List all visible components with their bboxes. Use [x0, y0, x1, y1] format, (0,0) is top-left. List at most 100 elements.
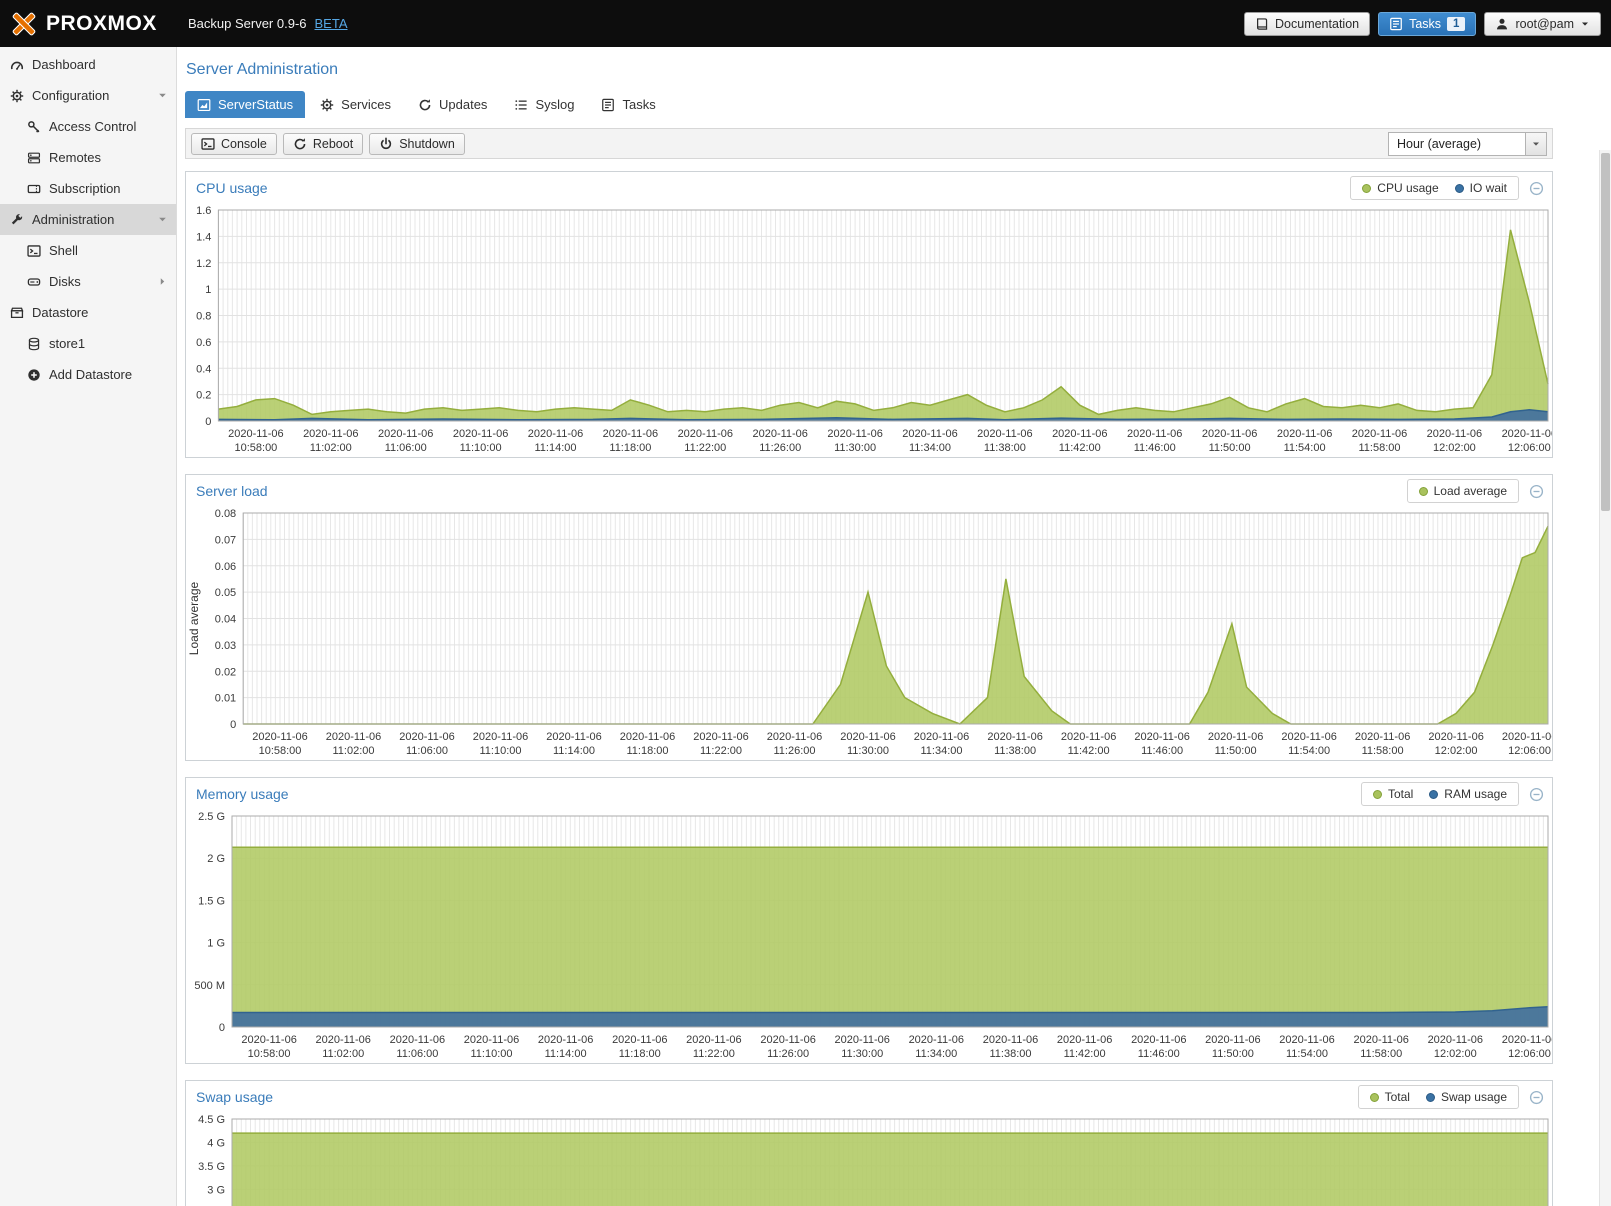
sidebar-item-datastore[interactable]: Datastore [0, 297, 176, 328]
sidebar-item-label: Remotes [49, 150, 101, 165]
collapse-icon[interactable] [1529, 181, 1544, 196]
console-label: Console [221, 137, 267, 151]
svg-text:2020-11-06: 2020-11-06 [1428, 1034, 1483, 1046]
legend-dot [1362, 184, 1371, 193]
tab-services[interactable]: Services [308, 91, 403, 118]
collapse-icon[interactable] [1529, 787, 1544, 802]
sidebar-item-access-control[interactable]: Access Control [0, 111, 176, 142]
chevron-down-icon [1580, 19, 1590, 29]
svg-text:11:42:00: 11:42:00 [1068, 745, 1110, 757]
svg-text:11:54:00: 11:54:00 [1284, 442, 1326, 454]
memory-usage-panel: Memory usage TotalRAM usage 0500 M1 G1.5… [185, 777, 1553, 1064]
svg-text:2020-11-06: 2020-11-06 [914, 731, 969, 743]
user-icon [1495, 17, 1509, 31]
sidebar-item-store1[interactable]: store1 [0, 328, 176, 359]
svg-text:11:30:00: 11:30:00 [834, 442, 876, 454]
svg-text:2020-11-06: 2020-11-06 [1352, 428, 1407, 440]
svg-text:1 G: 1 G [207, 938, 225, 950]
svg-text:2020-11-06: 2020-11-06 [453, 428, 508, 440]
tab-label: ServerStatus [218, 97, 293, 112]
user-menu-button[interactable]: root@pam [1484, 12, 1601, 36]
server-load-chart: 00.010.020.030.040.050.060.070.082020-11… [186, 507, 1552, 760]
tab-serverstatus[interactable]: ServerStatus [185, 91, 305, 118]
sidebar-item-administration[interactable]: Administration [0, 204, 176, 235]
svg-text:11:18:00: 11:18:00 [609, 442, 651, 454]
svg-text:2020-11-06: 2020-11-06 [620, 731, 675, 743]
svg-text:11:42:00: 11:42:00 [1064, 1048, 1106, 1060]
legend-dot [1373, 790, 1382, 799]
svg-text:10:58:00: 10:58:00 [234, 442, 277, 454]
shutdown-button[interactable]: Shutdown [369, 133, 465, 155]
svg-text:2020-11-06: 2020-11-06 [1279, 1034, 1334, 1046]
beta-link[interactable]: BETA [315, 16, 348, 31]
box-icon [10, 306, 24, 320]
scrollbar-thumb[interactable] [1601, 153, 1610, 511]
svg-text:12:06:00: 12:06:00 [1508, 442, 1551, 454]
timeframe-value: Hour (average) [1388, 132, 1526, 156]
svg-text:2020-11-06: 2020-11-06 [827, 428, 882, 440]
legend-item: Swap usage [1426, 1090, 1507, 1104]
proxmox-x-icon [10, 10, 38, 38]
tasks-badge: 1 [1447, 17, 1465, 31]
svg-text:1.2: 1.2 [196, 258, 211, 270]
sidebar-item-shell[interactable]: Shell [0, 235, 176, 266]
svg-text:2020-11-06: 2020-11-06 [1353, 1034, 1408, 1046]
panel-title: CPU usage [194, 177, 270, 199]
svg-text:11:58:00: 11:58:00 [1358, 442, 1400, 454]
svg-text:2020-11-06: 2020-11-06 [983, 1034, 1038, 1046]
svg-text:2020-11-06: 2020-11-06 [399, 731, 454, 743]
sidebar-item-subscription[interactable]: Subscription [0, 173, 176, 204]
svg-text:2020-11-06: 2020-11-06 [909, 1034, 964, 1046]
svg-text:2020-11-06: 2020-11-06 [528, 428, 583, 440]
sidebar-item-label: Configuration [32, 88, 109, 103]
svg-text:10:58:00: 10:58:00 [259, 745, 302, 757]
svg-text:11:18:00: 11:18:00 [626, 745, 668, 757]
sidebar-item-label: store1 [49, 336, 85, 351]
legend-item: RAM usage [1429, 787, 1507, 801]
svg-text:2020-11-06: 2020-11-06 [1202, 428, 1257, 440]
svg-text:11:22:00: 11:22:00 [693, 1048, 735, 1060]
sidebar: Dashboard Configuration Access Control R… [0, 47, 177, 1206]
documentation-button[interactable]: Documentation [1244, 12, 1370, 36]
reboot-button[interactable]: Reboot [283, 133, 363, 155]
tab-tasks[interactable]: Tasks [589, 91, 667, 118]
product-version: Backup Server 0.9-6 [188, 16, 307, 31]
sidebar-item-label: Shell [49, 243, 78, 258]
vertical-scrollbar[interactable] [1599, 150, 1611, 1206]
svg-text:2020-11-06: 2020-11-06 [326, 731, 381, 743]
collapse-icon[interactable] [1529, 484, 1544, 499]
svg-text:0.6: 0.6 [196, 337, 211, 349]
tasks-button[interactable]: Tasks 1 [1378, 12, 1476, 36]
sidebar-item-dashboard[interactable]: Dashboard [0, 49, 176, 80]
svg-text:3 G: 3 G [207, 1184, 225, 1196]
sidebar-item-remotes[interactable]: Remotes [0, 142, 176, 173]
tasks-icon [1389, 17, 1403, 31]
tab-updates[interactable]: Updates [406, 91, 499, 118]
documentation-label: Documentation [1275, 17, 1359, 31]
svg-text:0.4: 0.4 [196, 363, 211, 375]
collapse-icon[interactable] [1529, 1090, 1544, 1105]
console-button[interactable]: Console [191, 133, 277, 155]
panel-title: Memory usage [194, 783, 291, 805]
svg-text:2020-11-06: 2020-11-06 [767, 731, 822, 743]
cpu-usage-chart: 00.20.40.60.811.21.41.62020-11-0610:58:0… [186, 204, 1552, 457]
svg-text:500 M: 500 M [194, 980, 225, 992]
svg-text:2.5 G: 2.5 G [198, 811, 225, 823]
svg-text:11:06:00: 11:06:00 [396, 1048, 438, 1060]
legend-item: IO wait [1455, 181, 1507, 195]
svg-text:0.8: 0.8 [196, 311, 211, 323]
svg-text:2020-11-06: 2020-11-06 [315, 1034, 370, 1046]
sidebar-item-disks[interactable]: Disks [0, 266, 176, 297]
svg-text:2020-11-06: 2020-11-06 [538, 1034, 593, 1046]
sidebar-item-add-datastore[interactable]: Add Datastore [0, 359, 176, 390]
sidebar-item-configuration[interactable]: Configuration [0, 80, 176, 111]
tab-syslog[interactable]: Syslog [502, 91, 586, 118]
timeframe-select[interactable]: Hour (average) [1388, 132, 1547, 156]
svg-text:2020-11-06: 2020-11-06 [987, 731, 1042, 743]
svg-text:2020-11-06: 2020-11-06 [1127, 428, 1182, 440]
svg-text:11:22:00: 11:22:00 [700, 745, 742, 757]
combo-trigger[interactable] [1526, 132, 1547, 156]
svg-text:2020-11-06: 2020-11-06 [473, 731, 528, 743]
svg-text:2020-11-06: 2020-11-06 [840, 731, 895, 743]
sidebar-item-label: Access Control [49, 119, 136, 134]
